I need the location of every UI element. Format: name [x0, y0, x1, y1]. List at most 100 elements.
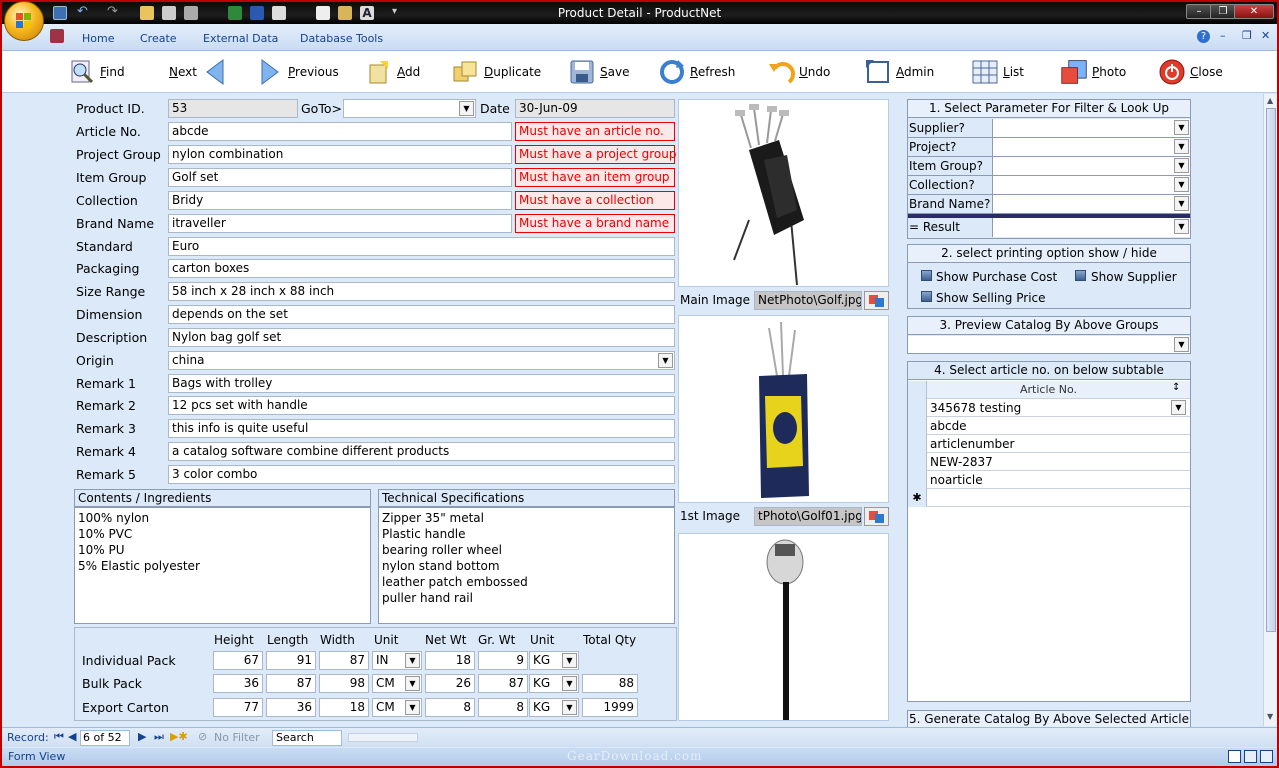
sort-icon[interactable]: ↕ [1172, 382, 1180, 393]
tab-database-tools[interactable]: Database Tools [300, 32, 383, 45]
chevron-down-icon[interactable]: ▼ [1174, 196, 1189, 211]
list-button[interactable]: List [971, 51, 1024, 93]
bulk-gr-wt[interactable]: 87 [478, 674, 528, 693]
individual-wunit-combo[interactable]: KG ▼ [529, 651, 579, 670]
tab-home[interactable]: Home [82, 32, 114, 45]
export-height[interactable]: 77 [213, 698, 263, 717]
scroll-thumb[interactable] [1266, 108, 1276, 632]
chevron-down-icon[interactable]: ▼ [1174, 177, 1189, 192]
minimize-button[interactable]: – [1186, 4, 1212, 19]
individual-unit-combo[interactable]: IN ▼ [372, 651, 422, 670]
datasheet-view-icon[interactable] [1244, 750, 1257, 763]
vertical-scrollbar[interactable]: ▲ ▼ [1263, 94, 1277, 726]
record-number-field[interactable]: 6 of 52 [80, 730, 130, 746]
horizontal-scrollbar[interactable] [348, 733, 418, 742]
chevron-down-icon[interactable]: ▼ [405, 653, 420, 668]
filter-project-combo[interactable]: ▼ [992, 138, 1190, 156]
new-record-icon[interactable]: ▶✱ [170, 730, 188, 743]
packaging-field[interactable]: carton boxes [168, 259, 675, 278]
first-image[interactable] [678, 315, 889, 503]
bulk-width[interactable]: 98 [319, 674, 369, 693]
close-button[interactable]: Close [1158, 51, 1223, 93]
close-window-button[interactable]: ✕ [1234, 4, 1274, 19]
collection-field[interactable]: Bridy [168, 191, 512, 210]
chevron-down-icon[interactable]: ▼ [658, 353, 673, 368]
item-group-field[interactable]: Golf set [168, 168, 512, 187]
remark2-field[interactable]: 12 pcs set with handle [168, 396, 675, 415]
filter-supplier-combo[interactable]: ▼ [992, 119, 1190, 137]
individual-length[interactable]: 91 [266, 651, 316, 670]
bulk-wunit-combo[interactable]: KG ▼ [529, 674, 579, 693]
individual-net-wt[interactable]: 18 [425, 651, 475, 670]
doc-close-icon[interactable]: ✕ [1261, 29, 1270, 42]
no-filter-icon[interactable]: ⊘ [198, 730, 207, 743]
tab-external-data[interactable]: External Data [203, 32, 278, 45]
scroll-up-icon[interactable]: ▲ [1267, 96, 1273, 105]
filter-item-group-combo[interactable]: ▼ [992, 157, 1190, 175]
row-selector[interactable] [908, 417, 927, 435]
brand-name-field[interactable]: itraveller [168, 214, 512, 233]
table-row[interactable]: noarticle [908, 471, 1190, 489]
row-selector[interactable] [908, 453, 927, 471]
goto-combo[interactable]: ▼ [343, 99, 476, 118]
origin-combo[interactable]: china ▼ [168, 351, 675, 370]
remark3-field[interactable]: this info is quite useful [168, 419, 675, 438]
show-purchase-cost-checkbox[interactable] [921, 270, 932, 281]
chevron-down-icon[interactable]: ▼ [1174, 158, 1189, 173]
bulk-length[interactable]: 87 [266, 674, 316, 693]
show-supplier-checkbox[interactable] [1075, 270, 1086, 281]
admin-button[interactable]: Admin [864, 51, 934, 93]
browse-image-icon[interactable] [864, 291, 889, 310]
chevron-down-icon[interactable]: ▼ [405, 700, 420, 715]
main-image-path[interactable]: NetPhoto\Golf.jpg [754, 291, 862, 310]
table-row[interactable]: NEW-2837 [908, 453, 1190, 471]
dimension-field[interactable]: depends on the set [168, 305, 675, 324]
individual-height[interactable]: 67 [213, 651, 263, 670]
bulk-total-qty[interactable]: 88 [582, 674, 638, 693]
chevron-down-icon[interactable]: ▼ [1171, 400, 1186, 415]
tab-create[interactable]: Create [140, 32, 177, 45]
contents-textarea[interactable]: 100% nylon 10% PVC 10% PU 5% Elastic pol… [74, 507, 371, 624]
no-filter-label[interactable]: No Filter [214, 731, 260, 744]
chevron-down-icon[interactable]: ▼ [459, 101, 474, 116]
save-button[interactable]: Save [568, 51, 629, 93]
export-length[interactable]: 36 [266, 698, 316, 717]
next-record-icon[interactable]: ▶ [138, 730, 146, 743]
generate-panel[interactable]: 5. Generate Catalog By Above Selected Ar… [907, 710, 1191, 743]
find-button[interactable]: Find [68, 51, 125, 93]
new-record-row[interactable]: ✱ [908, 489, 1190, 507]
bulk-height[interactable]: 36 [213, 674, 263, 693]
duplicate-button[interactable]: Duplicate [452, 51, 541, 93]
product-id-field[interactable]: 53 [168, 99, 298, 118]
export-wunit-combo[interactable]: KG ▼ [529, 698, 579, 717]
remark4-field[interactable]: a catalog software combine different pro… [168, 442, 675, 461]
add-button[interactable]: Add [365, 51, 420, 93]
remark1-field[interactable]: Bags with trolley [168, 374, 675, 393]
first-image-path[interactable]: tPhoto\Golf01.jpg [754, 507, 862, 526]
export-width[interactable]: 18 [319, 698, 369, 717]
chevron-down-icon[interactable]: ▼ [405, 676, 420, 691]
chevron-down-icon[interactable]: ▼ [562, 700, 577, 715]
preview-combo[interactable]: ▼ [908, 336, 1190, 353]
chevron-down-icon[interactable]: ▼ [1174, 219, 1189, 234]
scroll-down-icon[interactable]: ▼ [1267, 712, 1273, 721]
last-record-icon[interactable]: ⏭ [154, 730, 164, 744]
design-view-icon[interactable] [1260, 750, 1273, 763]
row-selector[interactable] [908, 471, 927, 489]
main-image[interactable] [678, 99, 889, 287]
refresh-button[interactable]: Refresh [658, 51, 735, 93]
chevron-down-icon[interactable]: ▼ [1174, 337, 1189, 352]
second-image[interactable] [678, 533, 889, 721]
help-icon[interactable]: ? [1197, 30, 1210, 43]
previous-button[interactable]: Previous [256, 51, 339, 93]
article-no-field[interactable]: abcde [168, 122, 512, 141]
table-row[interactable]: 345678 testing ▼ [908, 399, 1190, 417]
form-view-icon[interactable] [1228, 750, 1241, 763]
export-unit-combo[interactable]: CM ▼ [372, 698, 422, 717]
browse-image-icon[interactable] [864, 507, 889, 526]
individual-gr-wt[interactable]: 9 [478, 651, 528, 670]
doc-restore-icon[interactable]: ❐ [1242, 29, 1252, 42]
restore-button[interactable]: ❐ [1210, 4, 1236, 19]
access-icon[interactable] [50, 29, 64, 43]
tech-spec-textarea[interactable]: Zipper 35" metal Plastic handle bearing … [378, 507, 675, 624]
